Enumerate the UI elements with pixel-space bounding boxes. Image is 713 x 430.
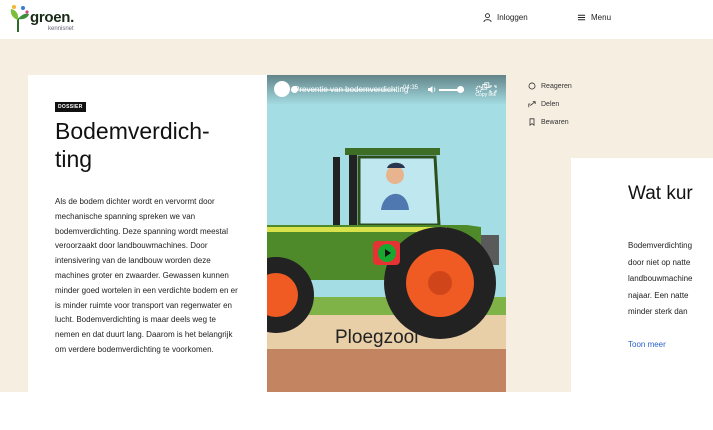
login-button[interactable]: Inloggen <box>483 13 528 22</box>
aside-line: landbouwmachine <box>628 274 693 283</box>
groen-kennisnet-logo[interactable]: groen. kennisnet <box>8 4 78 36</box>
share-label: Delen <box>541 100 560 108</box>
site-header: groen. kennisnet Inloggen Menu <box>0 0 713 39</box>
aside-card: Wat kur Bodemverdichting door niet op na… <box>571 158 713 430</box>
volume-icon[interactable] <box>427 85 436 94</box>
time-remaining: -04:35 <box>401 85 419 91</box>
user-icon <box>483 13 492 22</box>
comment-icon <box>528 82 536 90</box>
react-action[interactable]: Reageren <box>528 77 572 95</box>
show-more-link[interactable]: Toon meer <box>628 340 666 349</box>
footer-band <box>0 392 713 430</box>
share-icon <box>528 101 536 108</box>
settings-gear-icon[interactable] <box>475 85 483 93</box>
dossier-badge: DOSSIER <box>55 102 86 112</box>
login-label: Inloggen <box>497 13 528 22</box>
logo-subtitle: kennisnet <box>48 26 74 32</box>
play-button[interactable] <box>373 241 400 265</box>
play-icon <box>385 249 391 257</box>
aside-text: Bodemverdichting door niet op natte land… <box>628 238 713 321</box>
bookmark-icon <box>529 118 535 126</box>
page-title: Bodemverdich-ting <box>55 118 210 172</box>
progress-track[interactable] <box>291 89 396 91</box>
aside-title: Wat kur <box>628 183 693 204</box>
article-intro: Als de bodem dichter wordt en vervormt d… <box>55 197 238 354</box>
sprout-logo-icon <box>10 5 29 32</box>
article-actions: Reageren Delen Bewaren <box>528 77 572 131</box>
save-label: Bewaren <box>541 118 569 126</box>
react-label: Reageren <box>541 82 572 90</box>
fullscreen-icon[interactable] <box>489 85 497 93</box>
aside-line: najaar. Een natte <box>628 290 689 300</box>
play-control-icon[interactable] <box>275 85 283 94</box>
save-action[interactable]: Bewaren <box>528 113 572 131</box>
logo-wordmark: groen. <box>30 9 75 26</box>
menu-label: Menu <box>591 13 612 22</box>
hamburger-icon <box>577 14 586 21</box>
article-card: DOSSIER Bodemverdich-ting Als de bodem d… <box>28 75 268 430</box>
aside-line: Bodemverdichting <box>628 241 693 250</box>
aside-line: door niet op natte <box>628 257 691 267</box>
video-overlay-text: Ploegzool <box>335 327 419 348</box>
aside-line: minder sterk dan <box>628 307 688 316</box>
video-player[interactable]: Preventie van bodemverdichting Copy link… <box>267 75 506 430</box>
menu-button[interactable]: Menu <box>577 13 611 22</box>
share-action[interactable]: Delen <box>528 95 572 113</box>
